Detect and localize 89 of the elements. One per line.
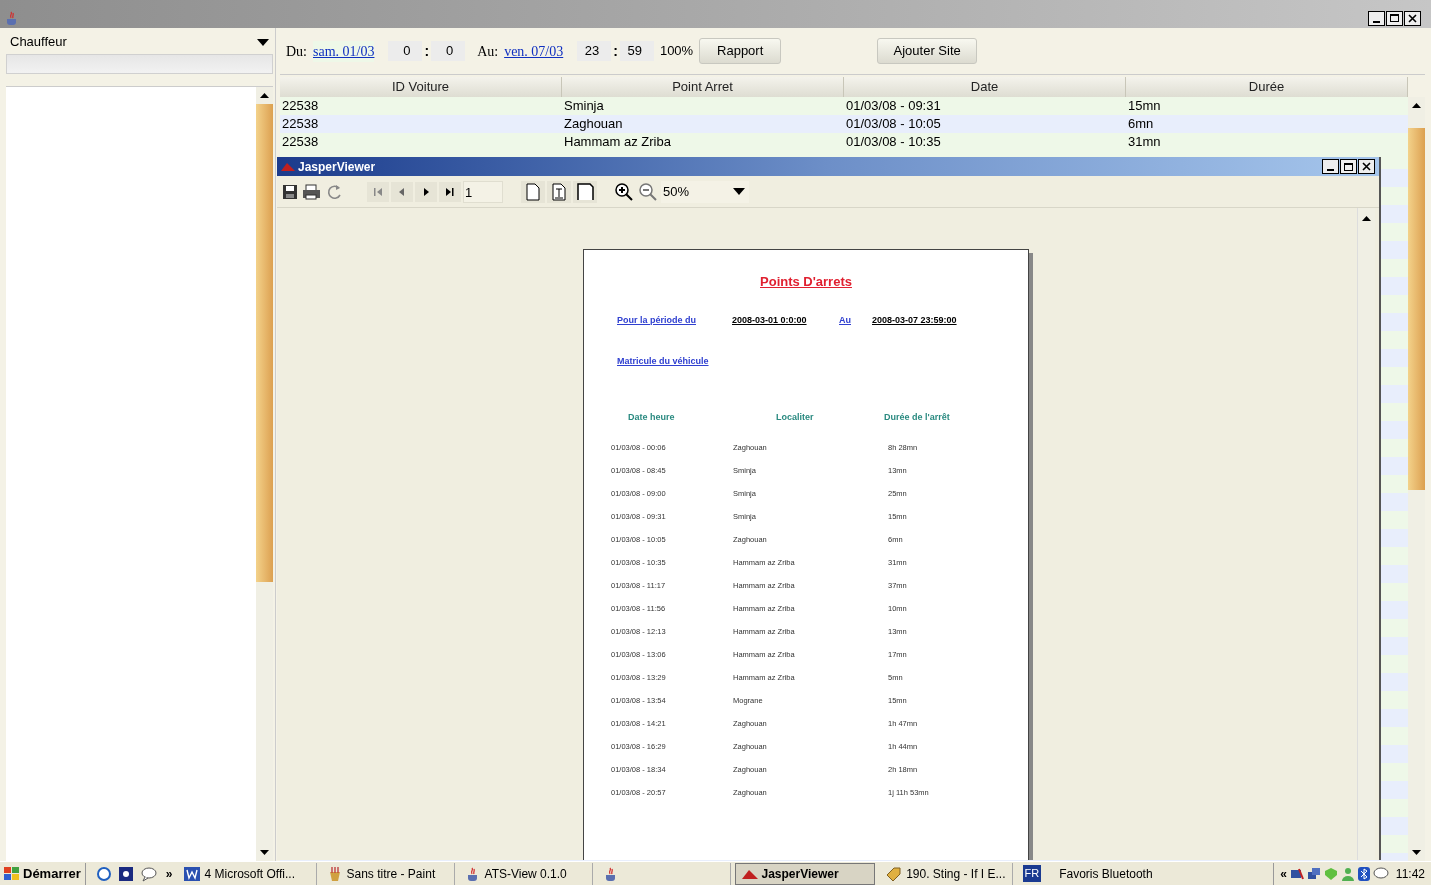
zoom-out-icon[interactable] (637, 180, 659, 203)
page-number-field[interactable]: 1 (463, 180, 503, 203)
table-cell-text: 22538 (281, 133, 320, 151)
report-button[interactable]: Rapport (699, 38, 782, 64)
first-page-icon[interactable] (367, 181, 389, 202)
minimize-button[interactable] (1322, 159, 1339, 174)
zoom-label: 100% (659, 42, 694, 61)
start-date: 2008-03-01 0:0:00 (732, 313, 808, 327)
windows-logo-icon (4, 866, 20, 881)
scroll-up-icon[interactable] (1362, 216, 1371, 221)
column-header: Durée de l'arrêt (884, 410, 950, 424)
from-date-link[interactable]: sam. 01/03 (313, 40, 375, 62)
to-label: Au: (477, 42, 499, 61)
print-icon[interactable] (301, 182, 323, 201)
close-icon (1408, 13, 1417, 23)
table-cell-text: 01/03/08 - 10:35 (845, 133, 942, 151)
fit-width-icon[interactable] (573, 180, 597, 203)
minimize-button[interactable] (1368, 10, 1385, 26)
language-indicator[interactable]: FR (1022, 865, 1042, 882)
table-cell-text: Hammam az Zriba (563, 133, 672, 151)
table-cell-text: 01/03/08 - 10:05 (845, 115, 942, 133)
period-label: Pour la période du (617, 313, 697, 327)
table-cell-text: 6mn (1127, 115, 1155, 133)
scrollbar[interactable] (1408, 97, 1425, 861)
zoom-in-icon[interactable] (613, 180, 635, 203)
logo-icon (281, 162, 295, 171)
column-header: Date heure (628, 410, 676, 424)
column-header: Localiter (776, 410, 815, 424)
minute-spinner[interactable]: 0 (431, 41, 466, 61)
table-cell-text: Zaghouan (563, 115, 624, 133)
table-cell-text: 22538 (281, 115, 320, 133)
to-label: Au (839, 313, 852, 327)
table-cell-text: 31mn (1127, 133, 1162, 151)
table-cell-text: Sminja (563, 97, 605, 115)
previous-page-icon[interactable] (391, 181, 413, 202)
browser-icon[interactable] (95, 865, 112, 882)
table-cell-text: 01/03/08 - 09:31 (845, 97, 942, 115)
chat-icon[interactable] (139, 865, 158, 882)
close-icon (1362, 162, 1371, 171)
next-page-icon[interactable] (415, 181, 437, 202)
window-title: JasperViewer (298, 158, 376, 176)
document-icon (182, 865, 201, 882)
more-icon[interactable]: » (165, 864, 173, 883)
scrollbar[interactable] (256, 87, 273, 861)
tag-icon (884, 865, 903, 882)
minute-spinner[interactable]: 59 (619, 41, 654, 61)
scrollbar-thumb[interactable] (1408, 128, 1425, 490)
vehicle-label: Matricule du véhicule (617, 355, 710, 368)
from-label: Du: (286, 42, 307, 61)
bluetooth-icon[interactable] (1357, 866, 1370, 881)
scroll-down-icon[interactable] (260, 850, 269, 855)
zoom-dropdown[interactable]: 50% (661, 180, 749, 203)
time-separator: : (424, 41, 430, 61)
time-separator: : (613, 41, 618, 61)
expand-tray-icon[interactable]: « (1280, 864, 1287, 883)
to-date-link[interactable]: ven. 07/03 (504, 40, 564, 62)
scroll-up-icon[interactable] (260, 93, 269, 98)
dropdown-value: Chauffeur (10, 33, 67, 52)
end-date: 2008-03-07 23:59:00 (872, 313, 957, 327)
network-icon[interactable] (1306, 866, 1321, 881)
dropdown-arrow-icon (733, 188, 745, 195)
taskbar-button[interactable]: JasperViewer (734, 862, 875, 885)
toolbar-label[interactable]: Favoris Bluetooth (1059, 864, 1200, 883)
scrollbar[interactable] (1357, 208, 1375, 860)
zoom-value: 50% (663, 182, 690, 201)
network-icon[interactable] (1289, 866, 1304, 881)
desktop-icon[interactable] (117, 865, 134, 882)
close-button[interactable] (1358, 159, 1375, 174)
clock: 11:42 (1395, 865, 1425, 883)
close-button[interactable] (1404, 10, 1421, 26)
dropdown-arrow-icon (257, 38, 269, 46)
chat-icon[interactable] (1372, 866, 1389, 881)
search-field[interactable] (6, 54, 273, 74)
table-cell-text: 22538 (281, 97, 320, 115)
table-cell-text: 15mn (1127, 97, 1162, 115)
logo-icon (741, 868, 758, 879)
hour-spinner[interactable]: 23 (577, 41, 612, 61)
add-site-button[interactable]: Ajouter Site (877, 38, 978, 64)
scrollbar-thumb[interactable] (256, 104, 273, 582)
fit-page-icon[interactable] (547, 180, 571, 203)
actual-size-icon[interactable] (521, 180, 545, 203)
scroll-up-icon[interactable] (1412, 103, 1421, 108)
last-page-icon[interactable] (439, 181, 461, 202)
maximize-button[interactable] (1340, 159, 1357, 174)
hour-spinner[interactable]: 0 (388, 41, 423, 61)
maximize-button[interactable] (1386, 10, 1403, 26)
save-icon[interactable] (281, 182, 299, 201)
scroll-down-icon[interactable] (1412, 850, 1421, 855)
report-title: Points D'arrets (759, 273, 853, 291)
